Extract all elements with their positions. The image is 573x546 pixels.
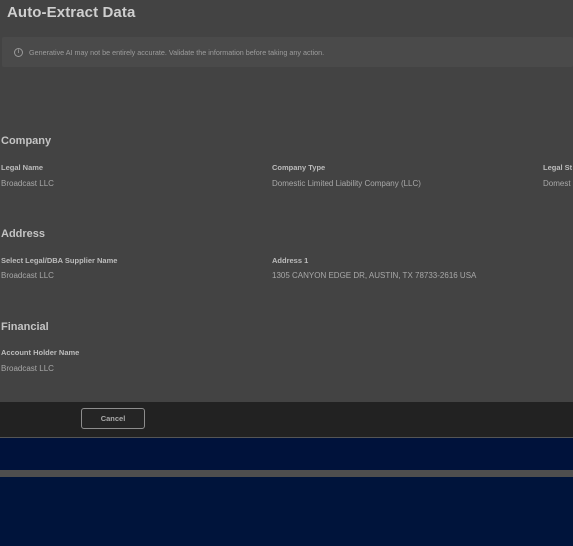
financial-section-heading: Financial (1, 321, 49, 333)
legal-name-label: Legal Name (1, 163, 44, 172)
background-content-area (0, 477, 573, 546)
company-type-value: Domestic Limited Liability Company (LLC) (272, 179, 421, 188)
modal-footer: Cancel (0, 402, 573, 438)
company-section-heading: Company (1, 135, 52, 147)
account-holder-value: Broadcast LLC (1, 364, 54, 373)
address1-value: 1305 CANYON EDGE DR, AUSTIN, TX 78733-26… (272, 271, 477, 280)
account-holder-label: Account Holder Name (1, 348, 80, 357)
address1-label: Address 1 (272, 256, 309, 265)
legal-structure-label: Legal St (543, 163, 573, 172)
disclaimer-text: Generative AI may not be entirely accura… (29, 47, 325, 57)
modal-title: Auto-Extract Data (7, 4, 136, 21)
info-icon: i (14, 47, 23, 57)
company-type-label: Company Type (272, 163, 326, 172)
ai-disclaimer-banner: i Generative AI may not be entirely accu… (2, 37, 573, 67)
background-header-strip (0, 438, 573, 470)
supplier-name-value: Broadcast LLC (1, 271, 54, 280)
auto-extract-modal: Auto-Extract Data i Generative AI may no… (0, 0, 573, 402)
legal-structure-value: Domest (543, 179, 571, 188)
supplier-name-label: Select Legal/DBA Supplier Name (1, 256, 118, 265)
legal-name-value: Broadcast LLC (1, 179, 54, 188)
address-section-heading: Address (1, 228, 46, 240)
page: Auto-Extract Data i Generative AI may no… (0, 0, 573, 546)
cancel-button[interactable]: Cancel (81, 408, 145, 429)
background-divider (0, 470, 573, 477)
